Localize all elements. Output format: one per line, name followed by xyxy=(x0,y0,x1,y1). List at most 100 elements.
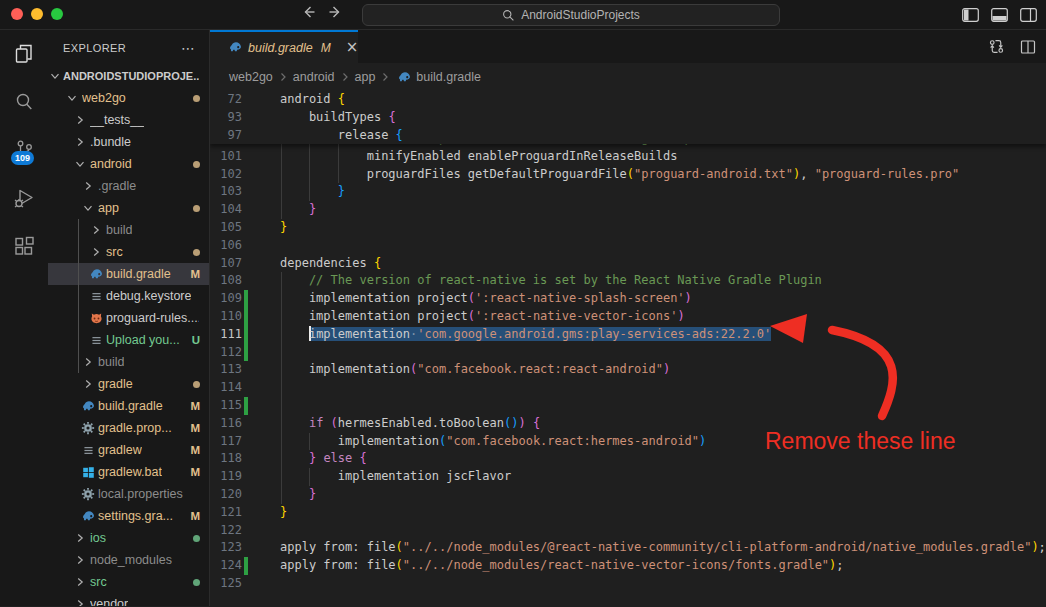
tab-build-gradle[interactable]: build.gradle M × xyxy=(210,30,358,63)
command-center-search[interactable]: AndroidStudioProjects xyxy=(362,4,780,26)
gradle-icon xyxy=(397,70,412,85)
tree-item-android[interactable]: android xyxy=(48,153,209,175)
file-tree: ANDROIDSTUDIOPROJE...web2go__tests__.bun… xyxy=(48,65,209,606)
tree-item-src[interactable]: src xyxy=(48,571,209,593)
code-line-104[interactable]: 104 } xyxy=(210,201,1046,219)
code-line-97[interactable]: 97 release { xyxy=(210,127,1046,145)
code-line-114[interactable]: 114 xyxy=(210,379,1046,397)
code-line-116[interactable]: 116 if (hermesEnabled.toBoolean()) { xyxy=(210,415,1046,433)
code-line-111[interactable]: 111 implementation·'com.google.android.g… xyxy=(210,326,1046,344)
git-status-badge: M xyxy=(190,263,200,285)
tree-item-gradlew[interactable]: gradlewM xyxy=(48,439,209,461)
tree-item-debug-keystore[interactable]: debug.keystore xyxy=(48,285,209,307)
tree-item--tests-[interactable]: __tests__ xyxy=(48,109,209,131)
code-line-110[interactable]: 110 implementation project(':react-nativ… xyxy=(210,308,1046,326)
chevron-down-icon xyxy=(48,68,61,84)
toggle-secondary-sidebar-icon[interactable] xyxy=(1020,8,1037,22)
chevron-right-icon xyxy=(80,178,96,194)
tree-item-upload-you-[interactable]: Upload you...U xyxy=(48,329,209,351)
tree-item-src[interactable]: src xyxy=(48,241,209,263)
tree-item-build[interactable]: build xyxy=(48,351,209,373)
code-line-93[interactable]: 93 buildTypes { xyxy=(210,109,1046,127)
code-line-120[interactable]: 120 } xyxy=(210,486,1046,504)
open-changes-icon[interactable] xyxy=(988,38,1005,55)
code-line-108[interactable]: 108 // The version of react-native is se… xyxy=(210,272,1046,290)
tree-item-build-gradle[interactable]: build.gradleM xyxy=(48,395,209,417)
tree-item-node-modules[interactable]: node_modules xyxy=(48,549,209,571)
tree-item--gradle[interactable]: .gradle xyxy=(48,175,209,197)
tree-item-build-gradle[interactable]: build.gradleM xyxy=(48,263,209,285)
git-status-dot xyxy=(193,571,200,593)
chevron-right-icon xyxy=(339,71,351,83)
tree-item-ios[interactable]: ios xyxy=(48,527,209,549)
split-editor-icon[interactable] xyxy=(1020,39,1036,55)
chevron-right-icon xyxy=(88,222,104,238)
close-window-button[interactable] xyxy=(11,8,23,20)
git-status-dot xyxy=(193,87,200,109)
navigate-forward-icon[interactable] xyxy=(328,4,344,20)
code-line-122[interactable]: 122 xyxy=(210,522,1046,540)
code-line-115[interactable]: 115 xyxy=(210,397,1046,415)
git-status-dot xyxy=(193,153,200,175)
git-status-badge: M xyxy=(190,439,200,461)
toggle-panel-icon[interactable] xyxy=(991,8,1008,22)
code-line-113[interactable]: 113 implementation("com.facebook.react:r… xyxy=(210,361,1046,379)
tree-item-gradlew-bat[interactable]: gradlew.batM xyxy=(48,461,209,483)
breadcrumb-app[interactable]: app xyxy=(355,70,376,84)
tab-bar: build.gradle M × xyxy=(210,30,1046,63)
code-line-124[interactable]: 124apply from: file("../../node_modules/… xyxy=(210,557,1046,575)
code-editor[interactable]: 72android {93 buildTypes {97 release { /… xyxy=(210,91,1046,606)
toggle-sidebar-icon[interactable] xyxy=(962,8,979,22)
code-line-105[interactable]: 105} xyxy=(210,219,1046,237)
files-icon xyxy=(12,42,36,66)
code-line-125[interactable]: 125 xyxy=(210,575,1046,593)
window-controls xyxy=(11,8,63,20)
maximize-window-button[interactable] xyxy=(51,8,63,20)
tab-modified-badge: M xyxy=(321,41,331,55)
tree-item-app[interactable]: app xyxy=(48,197,209,219)
minimize-window-button[interactable] xyxy=(31,8,43,20)
tree-item--bundle[interactable]: .bundle xyxy=(48,131,209,153)
tree-item-gradle[interactable]: gradle xyxy=(48,373,209,395)
tree-item-gradle-prop-[interactable]: gradle.prop...M xyxy=(48,417,209,439)
code-line-72[interactable]: 72android { xyxy=(210,91,1046,109)
code-line-119[interactable]: 119 implementation jscFlavor xyxy=(210,468,1046,486)
explorer-more-actions-icon[interactable]: ⋯ xyxy=(181,40,196,56)
breadcrumb-web2go[interactable]: web2go xyxy=(229,70,273,84)
chevron-right-icon xyxy=(72,112,88,128)
activity-search[interactable] xyxy=(0,78,48,126)
git-status-dot xyxy=(193,373,200,395)
tree-item-web2go[interactable]: web2go xyxy=(48,87,209,109)
breadcrumb-file[interactable]: build.gradle xyxy=(416,70,481,84)
code-line-123[interactable]: 123apply from: file("../../node_modules/… xyxy=(210,539,1046,557)
code-line-103[interactable]: 103 } xyxy=(210,183,1046,201)
tree-item-proguard-rules-[interactable]: proguard-rules.... xyxy=(48,307,209,329)
code-line-106[interactable]: 106 xyxy=(210,237,1046,255)
git-status-badge: U xyxy=(192,329,200,351)
activity-extensions[interactable] xyxy=(0,222,48,270)
code-line-101[interactable]: 101 minifyEnabled enableProguardInReleas… xyxy=(210,148,1046,166)
editor-group: build.gradle M × web2go android app buil… xyxy=(210,30,1046,606)
code-line-102[interactable]: 102 proguardFiles getDefaultProguardFile… xyxy=(210,166,1046,184)
chevron-down-icon xyxy=(80,200,96,216)
chevron-right-icon xyxy=(88,244,104,260)
activity-bar: 109 xyxy=(0,30,48,606)
navigate-back-icon[interactable] xyxy=(300,4,316,20)
code-line-121[interactable]: 121} xyxy=(210,504,1046,522)
tree-item-settings-gra-[interactable]: settings.gra...M xyxy=(48,505,209,527)
tree-item-androidstudioproje-[interactable]: ANDROIDSTUDIOPROJE... xyxy=(48,65,209,87)
breadcrumb-android[interactable]: android xyxy=(293,70,335,84)
code-line-109[interactable]: 109 implementation project(':react-nativ… xyxy=(210,290,1046,308)
tab-close-icon[interactable]: × xyxy=(346,40,359,55)
activity-explorer[interactable] xyxy=(0,30,48,78)
code-line-107[interactable]: 107dependencies { xyxy=(210,255,1046,273)
code-line-112[interactable]: 112 xyxy=(210,344,1046,362)
git-modified-gutter xyxy=(244,397,249,415)
activity-source-control[interactable]: 109 xyxy=(0,126,48,174)
tree-item-local-properties[interactable]: local.properties xyxy=(48,483,209,505)
activity-run-debug[interactable] xyxy=(0,174,48,222)
tree-item-vendor[interactable]: vendor xyxy=(48,593,209,606)
tree-item-build[interactable]: build xyxy=(48,219,209,241)
code-line-117[interactable]: 117 implementation("com.facebook.react:h… xyxy=(210,433,1046,451)
code-line-118[interactable]: 118 } else { xyxy=(210,450,1046,468)
